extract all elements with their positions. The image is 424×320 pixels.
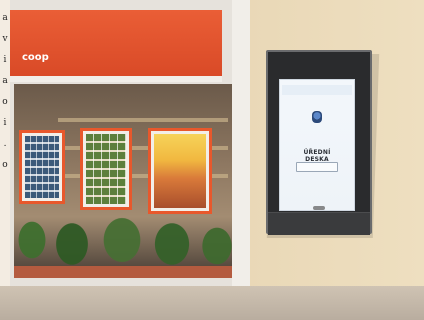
kiosk-logo-badge [313, 206, 325, 210]
kiosk-screen[interactable] [279, 79, 355, 211]
window-poster [80, 128, 132, 210]
shelf [58, 118, 228, 122]
planter-box [14, 266, 234, 278]
enter-button[interactable] [296, 162, 338, 172]
pavement [0, 286, 424, 320]
scene: a v i a o i . o coop ÚŘEDNÍ DESKA [0, 0, 424, 320]
kiosk-bottom-panel [268, 212, 370, 235]
official-board-title: ÚŘEDNÍ DESKA [303, 149, 331, 163]
store-banner: coop [10, 10, 222, 76]
window-poster [19, 130, 65, 204]
store-logo: coop [22, 52, 49, 63]
storefront-pillar [232, 0, 250, 290]
poster-food-image [154, 134, 206, 208]
poster-grid [25, 136, 59, 198]
town-crest-icon [312, 111, 322, 123]
left-strip-text: a v i a o i . o [2, 13, 8, 170]
poster-grid [86, 134, 126, 204]
screen-header [282, 85, 352, 95]
left-edge-strip: a v i a o i . o [0, 0, 10, 320]
banner-separator [10, 76, 222, 82]
